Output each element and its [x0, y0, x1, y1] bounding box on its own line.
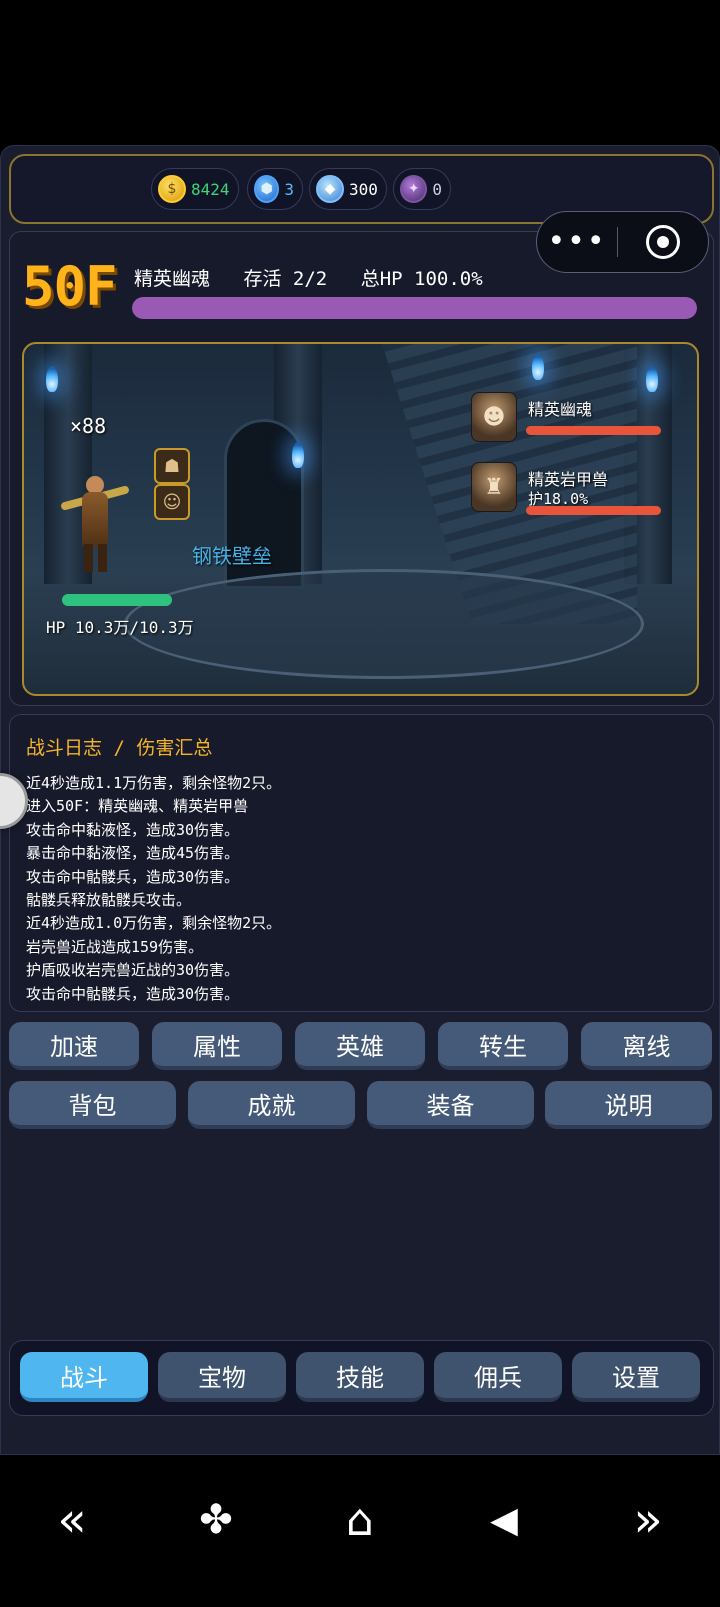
log-line: 攻击命中骷髅兵，造成30伤害。: [26, 867, 240, 886]
floor-circle: [124, 569, 644, 679]
target-close-icon: [646, 225, 680, 259]
rock-beast-portrait-icon: ♜: [471, 462, 517, 512]
tab-battle[interactable]: 战斗: [20, 1352, 148, 1402]
gold-coin-icon: $: [158, 175, 186, 203]
purple-crystal-value: 0: [432, 179, 442, 199]
battle-panel: 50F 精英幽魂 存活 2/2 总HP 100.0% ×88 ☗ ☺ 钢铁壁垒 …: [9, 231, 714, 706]
system-nav-bar: « ✤ ⌂ ◀ »: [0, 1455, 720, 1607]
log-line: 攻击命中骷髅兵，造成30伤害。: [26, 984, 240, 1003]
mercenary-slot-icon: ☺: [154, 484, 190, 520]
tab-treasure[interactable]: 宝物: [158, 1352, 286, 1402]
kill-count: ×88: [70, 414, 107, 438]
equipment-button[interactable]: 装备: [367, 1081, 534, 1129]
backpack-button[interactable]: 背包: [9, 1081, 176, 1129]
help-button[interactable]: 说明: [545, 1081, 712, 1129]
enemy-card: ♜ 精英岩甲兽 护18.0%: [471, 462, 679, 522]
blue-torch-icon: [46, 366, 58, 392]
blue-gem-counter: ⬢ 3: [247, 168, 303, 210]
blue-gem-icon: ⬢: [254, 175, 280, 203]
rebirth-button[interactable]: 转生: [438, 1022, 568, 1070]
purple-crystal-counter: ✦ 0: [393, 168, 451, 210]
enemy-hp-bar: [526, 506, 661, 515]
total-hp-fill: [132, 297, 697, 319]
battle-log-panel: 战斗日志 / 伤害汇总 近4秒造成1.1万伤害，剩余怪物2只。 进入50F：精英…: [9, 714, 714, 1012]
total-hp-text: 总HP 100.0%: [360, 268, 483, 290]
log-line: 岩壳兽近战造成159伤害。: [26, 937, 204, 956]
game-app: $ 8424 ⬢ 3 ◆ 300 ✦ 0 ••• 50F 精英幽魂 存活 2/2…: [0, 145, 720, 1455]
diamond-counter: ◆ 300: [309, 168, 387, 210]
home-icon[interactable]: ⌂: [330, 1490, 390, 1550]
enemy-card: ☻ 精英幽魂: [471, 392, 679, 452]
attributes-button[interactable]: 属性: [152, 1022, 282, 1070]
double-right-arrow-icon[interactable]: »: [618, 1490, 678, 1550]
enemy-name: 精英岩甲兽: [528, 470, 609, 489]
more-menu-button[interactable]: •••: [537, 227, 617, 257]
floor-label: 50F: [22, 255, 118, 318]
total-hp-bar: [132, 297, 697, 319]
log-line: 近4秒造成1.1万伤害，剩余怪物2只。: [26, 774, 282, 792]
miniprogram-capsule: •••: [536, 211, 709, 273]
hero-hp-bar: [62, 594, 172, 606]
log-line: 进入50F：精英幽魂、精英岩甲兽: [26, 797, 249, 816]
log-line: 攻击命中黏液怪，造成30伤害。: [26, 820, 240, 839]
purple-crystal-icon: ✦: [400, 175, 428, 203]
apps-grid-icon[interactable]: ✤: [186, 1490, 246, 1550]
blue-gem-value: 3: [284, 179, 294, 199]
log-line: 骷髅兵释放骷髅兵攻击。: [26, 891, 192, 910]
monster-info: 精英幽魂 存活 2/2 总HP 100.0%: [134, 264, 505, 291]
log-lines: 近4秒造成1.1万伤害，剩余怪物2只。 进入50F：精英幽魂、精英岩甲兽 攻击命…: [26, 772, 281, 1006]
bottom-tab-bar: 战斗 宝物 技能 佣兵 设置: [9, 1340, 714, 1416]
gold-value: 8424: [191, 179, 230, 199]
alive-count: 存活 2/2: [243, 268, 328, 290]
heroes-button[interactable]: 英雄: [295, 1022, 425, 1070]
log-line: 暴击命中黏液怪，造成45伤害。: [26, 844, 240, 863]
double-left-arrow-icon[interactable]: «: [42, 1490, 102, 1550]
diamond-value: 300: [349, 179, 378, 199]
log-line: 近4秒造成1.0万伤害，剩余怪物2只。: [26, 914, 282, 933]
blue-torch-icon: [532, 354, 544, 380]
log-title[interactable]: 战斗日志 / 伤害汇总: [26, 733, 212, 760]
speed-up-button[interactable]: 加速: [9, 1022, 139, 1070]
enemy-hp-bar: [526, 426, 661, 435]
back-triangle-icon[interactable]: ◀: [474, 1490, 534, 1550]
blue-torch-icon: [646, 366, 658, 392]
close-miniprogram-button[interactable]: [618, 225, 708, 259]
blue-torch-icon: [292, 442, 304, 468]
ghost-portrait-icon: ☻: [471, 392, 517, 442]
achievements-button[interactable]: 成就: [188, 1081, 355, 1129]
tab-mercenaries[interactable]: 佣兵: [434, 1352, 562, 1402]
log-line: 护盾吸收岩壳兽近战的30伤害。: [26, 961, 240, 980]
enemy-name: 精英幽魂: [528, 400, 593, 419]
tab-skills[interactable]: 技能: [296, 1352, 424, 1402]
diamond-icon: ◆: [316, 175, 344, 203]
buff-text: 钢铁壁垒: [192, 544, 272, 568]
battle-scene: ×88 ☗ ☺ 钢铁壁垒 HP 10.3万/10.3万 ☻ 精英幽魂 ♜ 精英岩…: [22, 342, 699, 696]
monster-name: 精英幽魂: [134, 268, 211, 290]
hero-sprite: [60, 474, 130, 574]
mercenary-slot-icon: ☗: [154, 448, 190, 484]
tab-settings[interactable]: 设置: [572, 1352, 700, 1402]
hero-hp-text: HP 10.3万/10.3万: [46, 618, 194, 637]
gold-counter: $ 8424: [151, 168, 239, 210]
offline-button[interactable]: 离线: [581, 1022, 712, 1070]
